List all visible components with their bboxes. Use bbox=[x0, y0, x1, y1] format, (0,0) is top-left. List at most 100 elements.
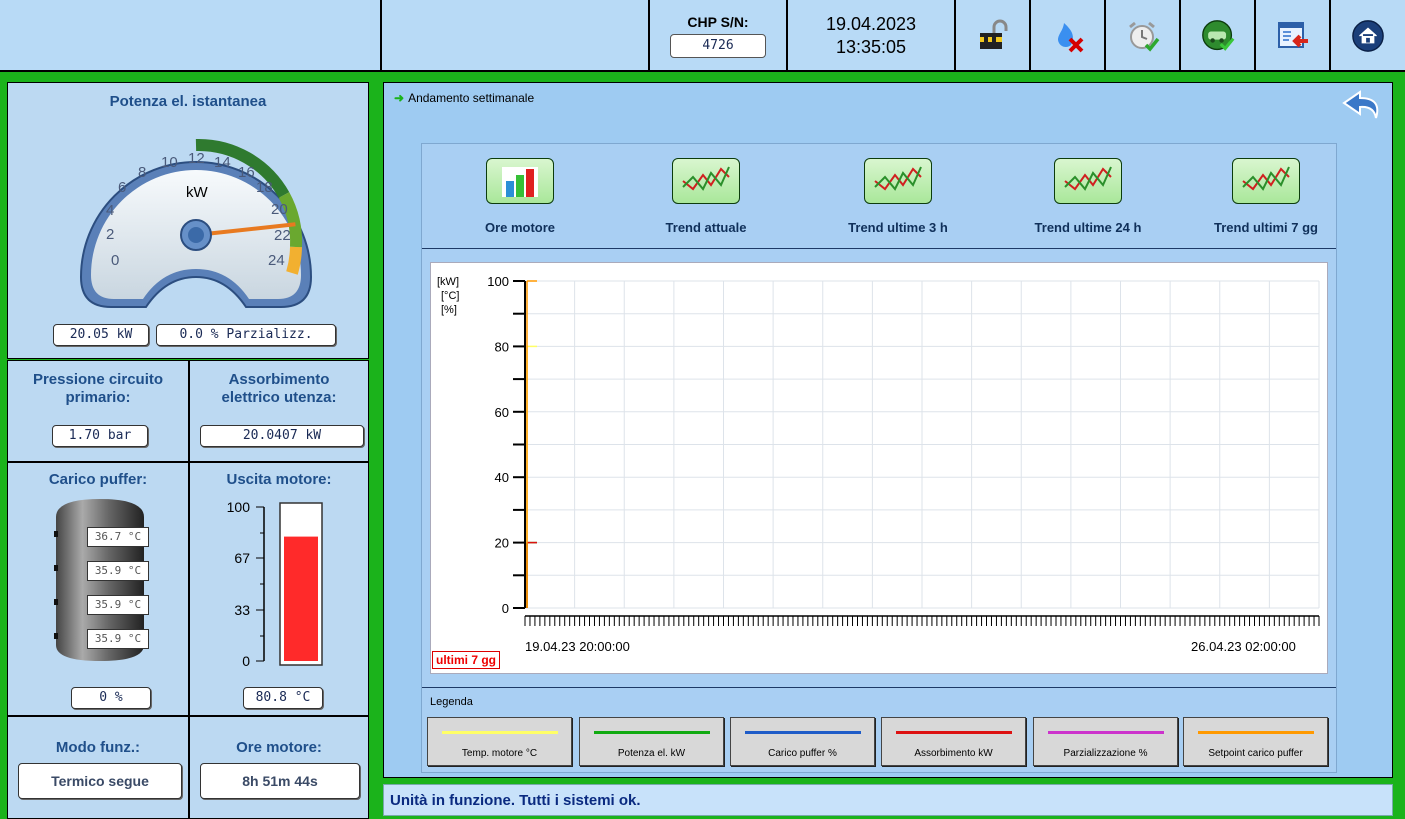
tab-trend-attuale[interactable]: Trend attuale bbox=[626, 158, 786, 235]
legend-swatch-orange bbox=[1197, 731, 1314, 734]
legend-label: Carico puffer % bbox=[768, 748, 837, 759]
date-text: 19.04.2023 bbox=[825, 14, 917, 34]
flame-off-icon bbox=[1051, 19, 1085, 53]
chp-value: 4726 bbox=[670, 34, 766, 58]
gauge-tick-8: 8 bbox=[138, 164, 146, 181]
legend-swatch-yellow bbox=[441, 731, 558, 734]
bar-chart-icon bbox=[486, 158, 554, 204]
tab-trend-7gg-label: Trend ultimi 7 gg bbox=[1213, 220, 1318, 235]
buffer-card: Carico puffer: 36.7 °C 35.9 °C 35.9 °C 3… bbox=[7, 462, 189, 716]
chart-panel: Ore motore Trend attuale Trend ultime 3 … bbox=[421, 143, 1337, 773]
window-exit-icon bbox=[1276, 19, 1310, 53]
engine-label: Uscita motore: bbox=[226, 471, 332, 488]
legend-swatch-magenta bbox=[1047, 731, 1164, 734]
chp-label: CHP S/N: bbox=[687, 14, 749, 30]
legend-potenza[interactable]: Potenza el. kW bbox=[579, 717, 724, 766]
engine-scale-0: 0 bbox=[242, 653, 250, 669]
tab-trend-24h-label: Trend ultime 24 h bbox=[1034, 220, 1142, 235]
alarm-clock-button[interactable] bbox=[1104, 0, 1179, 72]
back-button[interactable] bbox=[1340, 86, 1384, 131]
legend-carico-puffer[interactable]: Carico puffer % bbox=[730, 717, 875, 766]
section-title-row: ➜ Andamento settimanale bbox=[394, 91, 534, 105]
tab-trend-24h[interactable]: Trend ultime 24 h bbox=[1008, 158, 1168, 235]
tab-ore-motore[interactable]: Ore motore bbox=[440, 158, 600, 235]
top-spacer bbox=[380, 0, 648, 72]
gauge-tick-0: 0 bbox=[111, 252, 119, 269]
tab-trend-3h[interactable]: Trend ultime 3 h bbox=[818, 158, 978, 235]
arrow-right-icon: ➜ bbox=[394, 91, 405, 105]
window-exit-button[interactable] bbox=[1254, 0, 1329, 72]
x-start-label: 19.04.23 20:00:00 bbox=[525, 639, 630, 654]
chp-serial-cell: CHP S/N: 4726 bbox=[648, 0, 786, 72]
chart-unit-pct: [%] bbox=[441, 304, 457, 316]
right-panel: ➜ Andamento settimanale Ore motore Trend… bbox=[376, 72, 1405, 819]
gauge-tick-20: 20 bbox=[271, 201, 288, 218]
legend-swatch-red bbox=[895, 731, 1012, 734]
legend-label: Temp. motore °C bbox=[461, 748, 538, 759]
home-icon bbox=[1351, 19, 1385, 53]
tab-trend-3h-label: Trend ultime 3 h bbox=[848, 220, 948, 235]
gauge-tick-24: 24 bbox=[268, 252, 285, 269]
tab-trend-7gg[interactable]: Trend ultimi 7 gg bbox=[1186, 158, 1346, 235]
unlock-button[interactable] bbox=[954, 0, 1029, 72]
mode-label: Modo funz.: bbox=[55, 739, 141, 756]
power-title: Potenza el. istantanea bbox=[109, 93, 267, 110]
line-chart-icon bbox=[1054, 158, 1122, 204]
legend-setpoint[interactable]: Setpoint carico puffer bbox=[1183, 717, 1328, 766]
line-chart-icon bbox=[672, 158, 740, 204]
legend-parzializzazione[interactable]: Parzializzazione % bbox=[1033, 717, 1178, 766]
pressure-value: 1.70 bar bbox=[52, 425, 148, 447]
left-panel: Potenza el. istantanea 0 2 4 6 8 10 12 1… bbox=[0, 72, 376, 819]
y-tick-label: 100 bbox=[487, 274, 509, 289]
gauge-tick-12: 12 bbox=[188, 150, 205, 167]
engine-thermometer: 100 67 33 0 bbox=[227, 499, 323, 669]
pressure-label: Pressione circuito primario: bbox=[32, 371, 164, 406]
buffer-temp-4: 35.9 °C bbox=[87, 629, 149, 649]
tab-trend-attuale-label: Trend attuale bbox=[665, 220, 747, 235]
chart-unit-kw: [kW] bbox=[437, 276, 459, 288]
y-tick-label: 80 bbox=[495, 339, 509, 354]
engine-scale-33: 33 bbox=[234, 602, 250, 618]
legend-swatch-green bbox=[593, 731, 710, 734]
mode-card: Modo funz.: Termico segue bbox=[7, 716, 189, 819]
engine-bar-fill bbox=[284, 536, 318, 661]
buffer-label: Carico puffer: bbox=[48, 471, 148, 488]
gauge-hub-center bbox=[188, 227, 204, 243]
home-button[interactable] bbox=[1329, 0, 1405, 72]
legend-divider bbox=[422, 687, 1336, 688]
engine-ok-icon bbox=[1201, 19, 1235, 53]
alarm-clock-icon bbox=[1126, 19, 1160, 53]
line-chart-icon bbox=[864, 158, 932, 204]
legend-temp-motore[interactable]: Temp. motore °C bbox=[427, 717, 572, 766]
y-tick-label: 40 bbox=[495, 470, 509, 485]
legend-label: Parzializzazione % bbox=[1063, 748, 1148, 759]
y-tick-label: 60 bbox=[495, 405, 509, 420]
time-text: 13:35:05 bbox=[835, 37, 907, 57]
datetime-cell: 19.04.2023 13:35:05 bbox=[786, 0, 954, 72]
gauge-unit: kW bbox=[186, 184, 209, 201]
flame-off-button[interactable] bbox=[1029, 0, 1104, 72]
chart-unit-c: [°C] bbox=[441, 290, 459, 302]
gauge-tick-6: 6 bbox=[118, 179, 126, 196]
buffer-value: 0 % bbox=[71, 687, 151, 709]
engine-scale-100: 100 bbox=[227, 499, 251, 515]
pressure-card: Pressione circuito primario: 1.70 bar bbox=[7, 360, 189, 462]
absorb-value: 20.0407 kW bbox=[200, 425, 364, 447]
top-bar: CHP S/N: 4726 19.04.2023 13:35:05 bbox=[0, 0, 1405, 72]
engine-ok-button[interactable] bbox=[1179, 0, 1254, 72]
trend-area: ➜ Andamento settimanale Ore motore Trend… bbox=[383, 82, 1393, 778]
legend-title: Legenda bbox=[430, 696, 473, 708]
buffer-temp-3: 35.9 °C bbox=[87, 595, 149, 615]
x-end-label: 26.04.23 02:00:00 bbox=[1191, 639, 1296, 654]
unlock-icon bbox=[976, 19, 1010, 53]
y-tick-label: 20 bbox=[495, 536, 509, 551]
tab-ore-motore-label: Ore motore bbox=[484, 220, 556, 235]
absorb-card: Assorbimento elettrico utenza: 20.0407 k… bbox=[189, 360, 369, 462]
gauge-tick-14: 14 bbox=[214, 154, 231, 171]
power-value: 20.05 kW bbox=[53, 324, 149, 346]
gauge-tick-16: 16 bbox=[238, 164, 255, 181]
absorb-label: Assorbimento elettrico utenza: bbox=[221, 371, 337, 406]
legend-assorbimento[interactable]: Assorbimento kW bbox=[881, 717, 1026, 766]
legend-label: Setpoint carico puffer bbox=[1208, 748, 1303, 759]
status-bar: Unità in funzione. Tutti i sistemi ok. bbox=[383, 784, 1393, 816]
